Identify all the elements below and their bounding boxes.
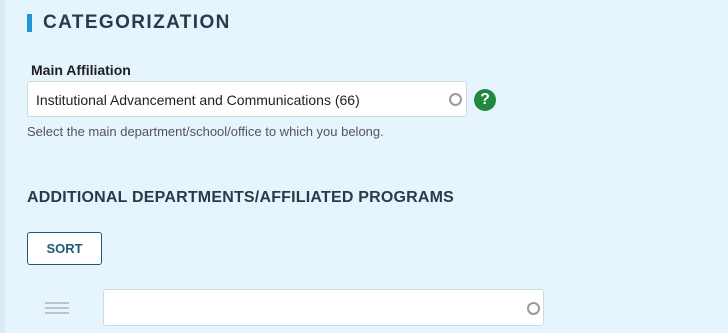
section-title: CATEGORIZATION — [43, 12, 231, 33]
main-affiliation-help-text: Select the main department/school/office… — [27, 124, 384, 139]
section-accent-bar — [27, 14, 32, 32]
help-icon[interactable]: ? — [474, 89, 496, 111]
additional-departments-title: ADDITIONAL DEPARTMENTS/AFFILIATED PROGRA… — [27, 189, 455, 206]
additional-department-select[interactable] — [103, 289, 544, 326]
main-affiliation-select[interactable]: Institutional Advancement and Communicat… — [27, 81, 467, 117]
ring-icon — [527, 302, 540, 315]
main-affiliation-label: Main Affiliation — [31, 62, 131, 78]
main-affiliation-value: Institutional Advancement and Communicat… — [36, 92, 360, 108]
section-header: CATEGORIZATION — [27, 12, 231, 34]
left-rule — [0, 0, 5, 333]
sort-button[interactable]: SORT — [27, 232, 102, 265]
ring-icon — [449, 93, 462, 106]
drag-handle-icon[interactable] — [45, 302, 69, 316]
